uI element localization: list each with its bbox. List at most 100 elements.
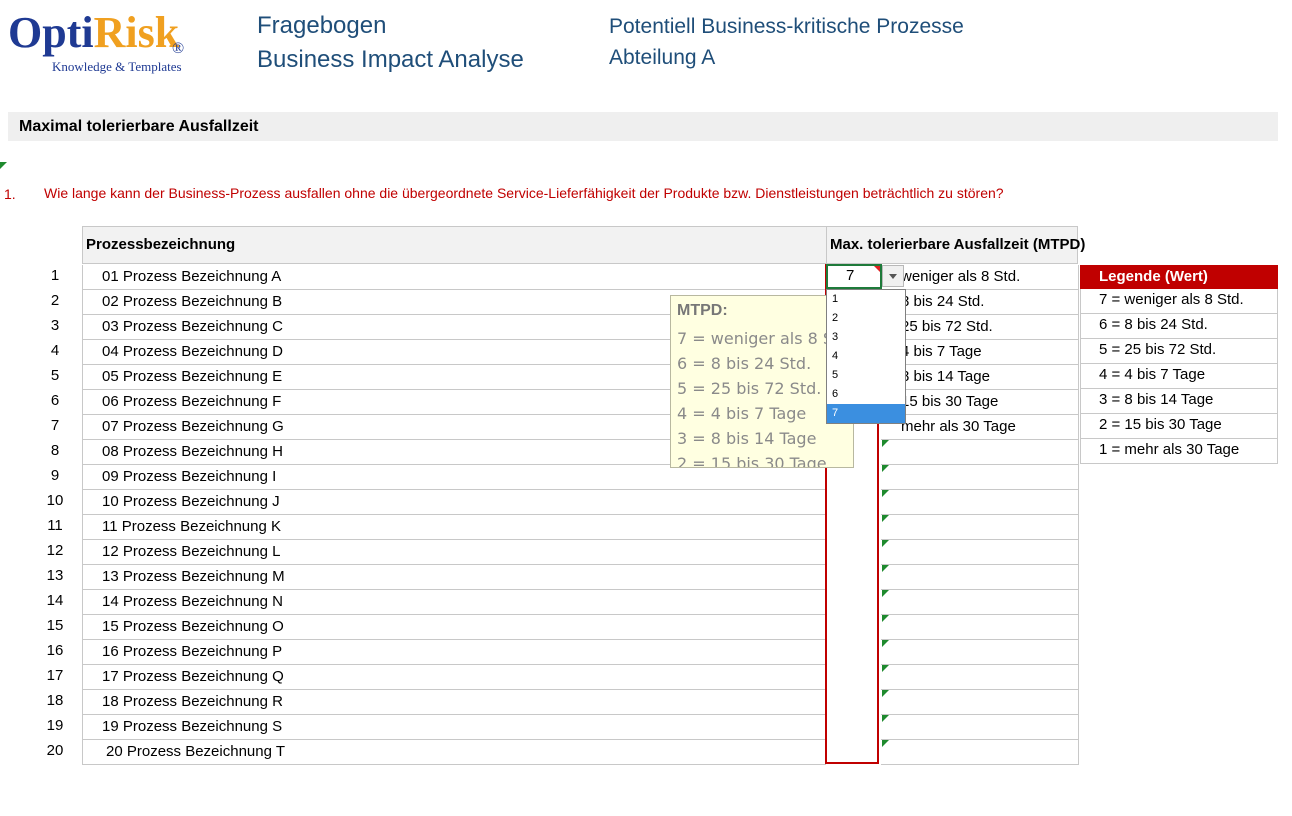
mtpd-description-cell: [881, 540, 1079, 565]
row-number: 15: [46, 617, 64, 634]
row-number: 19: [46, 717, 64, 734]
table-row: 15 15 Prozess Bezeichnung O: [0, 615, 1292, 640]
legend-item: 6 = 8 bis 24 Std.: [1080, 314, 1278, 339]
comment-indicator-icon[interactable]: [882, 665, 889, 672]
legend-item-text: 2 = 15 bis 30 Tage: [1099, 416, 1222, 433]
table-row: 20 20 Prozess Bezeichnung T: [0, 740, 1292, 765]
table-row: 19 19 Prozess Bezeichnung S: [0, 715, 1292, 740]
row-number: 11: [47, 517, 63, 534]
process-name: 20 Prozess Bezeichnung T: [106, 743, 285, 760]
process-name: 05 Prozess Bezeichnung E: [102, 368, 283, 385]
mtpd-description: 15 bis 30 Tage: [901, 393, 999, 410]
comment-indicator-icon[interactable]: [882, 490, 889, 497]
dropdown-option-3[interactable]: 3: [827, 328, 905, 347]
dropdown-option-1[interactable]: 1: [827, 290, 905, 309]
process-name: 08 Prozess Bezeichnung H: [102, 443, 283, 460]
question-text: Wie lange kann der Business-Prozess ausf…: [44, 185, 1004, 201]
mtpd-description-cell: [881, 565, 1079, 590]
dropdown-option-7[interactable]: 7: [827, 404, 905, 423]
row-number: 4: [50, 342, 60, 359]
process-name: 04 Prozess Bezeichnung D: [102, 343, 283, 360]
comment-indicator-icon[interactable]: [882, 465, 889, 472]
tooltip-line: 5 = 25 bis 72 Std.: [677, 379, 822, 398]
mtpd-description: mehr als 30 Tage: [901, 418, 1016, 435]
legend-item-text: 4 = 4 bis 7 Tage: [1099, 366, 1206, 383]
row-number: 17: [46, 667, 64, 684]
process-name: 11 Prozess Bezeichnung K: [102, 518, 281, 535]
legend-item: 7 = weniger als 8 Std.: [1080, 289, 1278, 314]
table-row: 16 16 Prozess Bezeichnung P: [0, 640, 1292, 665]
row-number: 1: [50, 267, 60, 284]
section-title: Maximal tolerierbare Ausfallzeit: [19, 118, 259, 135]
dropdown-option-2[interactable]: 2: [827, 309, 905, 328]
dropdown-option-6[interactable]: 6: [827, 385, 905, 404]
row-number: 14: [46, 592, 64, 609]
legend-item: 2 = 15 bis 30 Tage: [1080, 414, 1278, 439]
comment-indicator-icon[interactable]: [882, 515, 889, 522]
comment-indicator-icon[interactable]: [882, 740, 889, 747]
legend-item-text: 5 = 25 bis 72 Std.: [1099, 341, 1217, 358]
row-number: 9: [50, 467, 60, 484]
table-row: 18 18 Prozess Bezeichnung R: [0, 690, 1292, 715]
mtpd-description-cell: [881, 690, 1079, 715]
column-header-mtpd: Max. tolerierbare Ausfallzeit (MTPD): [830, 236, 1086, 253]
tooltip-title: MTPD:: [677, 302, 728, 319]
mtpd-description: 25 bis 72 Std.: [901, 318, 993, 335]
comment-indicator-icon[interactable]: [882, 565, 889, 572]
mtpd-description-cell: [881, 590, 1079, 615]
tooltip-line: 3 = 8 bis 14 Tage: [677, 429, 817, 448]
table-row: 10 10 Prozess Bezeichnung J: [0, 490, 1292, 515]
legend-item-text: 6 = 8 bis 24 Std.: [1099, 316, 1208, 333]
table-row: 11 11 Prozess Bezeichnung K: [0, 515, 1292, 540]
process-name: 16 Prozess Bezeichnung P: [102, 643, 283, 660]
mtpd-description-cell: [881, 715, 1079, 740]
header-subtitle-line1: Potentiell Business-kritische Prozesse: [609, 15, 964, 38]
row-number: 7: [50, 417, 60, 434]
table-row: 13 13 Prozess Bezeichnung M: [0, 565, 1292, 590]
comment-indicator-icon[interactable]: [882, 540, 889, 547]
mtpd-description-cell: [881, 615, 1079, 640]
process-name: 01 Prozess Bezeichnung A: [102, 268, 282, 285]
question-number: 1.: [4, 186, 16, 202]
row-number: 12: [46, 542, 64, 559]
row-number: 20: [46, 742, 64, 759]
comment-indicator-icon[interactable]: [874, 266, 880, 272]
mtpd-description: 8 bis 24 Std.: [901, 293, 985, 310]
process-name: 18 Prozess Bezeichnung R: [102, 693, 283, 710]
comment-indicator-icon[interactable]: [882, 615, 889, 622]
process-name: 12 Prozess Bezeichnung L: [102, 543, 281, 560]
legend-title: Legende (Wert): [1099, 268, 1208, 285]
row-number: 16: [46, 642, 64, 659]
mtpd-description-cell: [881, 640, 1079, 665]
comment-indicator-icon[interactable]: [882, 690, 889, 697]
legend-item: 4 = 4 bis 7 Tage: [1080, 364, 1278, 389]
row-number: 8: [50, 442, 60, 459]
table-row: 12 12 Prozess Bezeichnung L: [0, 540, 1292, 565]
process-name: 02 Prozess Bezeichnung B: [102, 293, 283, 310]
comment-indicator-icon[interactable]: [882, 440, 889, 447]
row-number: 2: [50, 292, 60, 309]
dropdown-option-4[interactable]: 4: [827, 347, 905, 366]
row-number: 6: [50, 392, 60, 409]
comment-indicator-icon[interactable]: [882, 640, 889, 647]
tooltip-line: 6 = 8 bis 24 Std.: [677, 354, 812, 373]
table-row: 14 14 Prozess Bezeichnung N: [0, 590, 1292, 615]
mtpd-description-cell: [881, 490, 1079, 515]
row-number: 5: [50, 367, 60, 384]
legend-item-text: 3 = 8 bis 14 Tage: [1099, 391, 1214, 408]
process-name: 17 Prozess Bezeichnung Q: [102, 668, 284, 685]
process-name: 07 Prozess Bezeichnung G: [102, 418, 284, 435]
process-name: 13 Prozess Bezeichnung M: [102, 568, 285, 585]
process-name: 03 Prozess Bezeichnung C: [102, 318, 283, 335]
comment-indicator-icon[interactable]: [882, 590, 889, 597]
table-row: 9 09 Prozess Bezeichnung I: [0, 465, 1292, 490]
logo-text-opti: Opti: [8, 8, 94, 57]
process-name: 14 Prozess Bezeichnung N: [102, 593, 283, 610]
logo-text-risk: Risk: [93, 8, 180, 57]
comment-indicator-icon[interactable]: [0, 162, 7, 169]
comment-indicator-icon[interactable]: [882, 715, 889, 722]
header-title-line1: Fragebogen: [257, 12, 387, 39]
mtpd-description: 8 bis 14 Tage: [901, 368, 990, 385]
legend-item: 5 = 25 bis 72 Std.: [1080, 339, 1278, 364]
dropdown-option-5[interactable]: 5: [827, 366, 905, 385]
